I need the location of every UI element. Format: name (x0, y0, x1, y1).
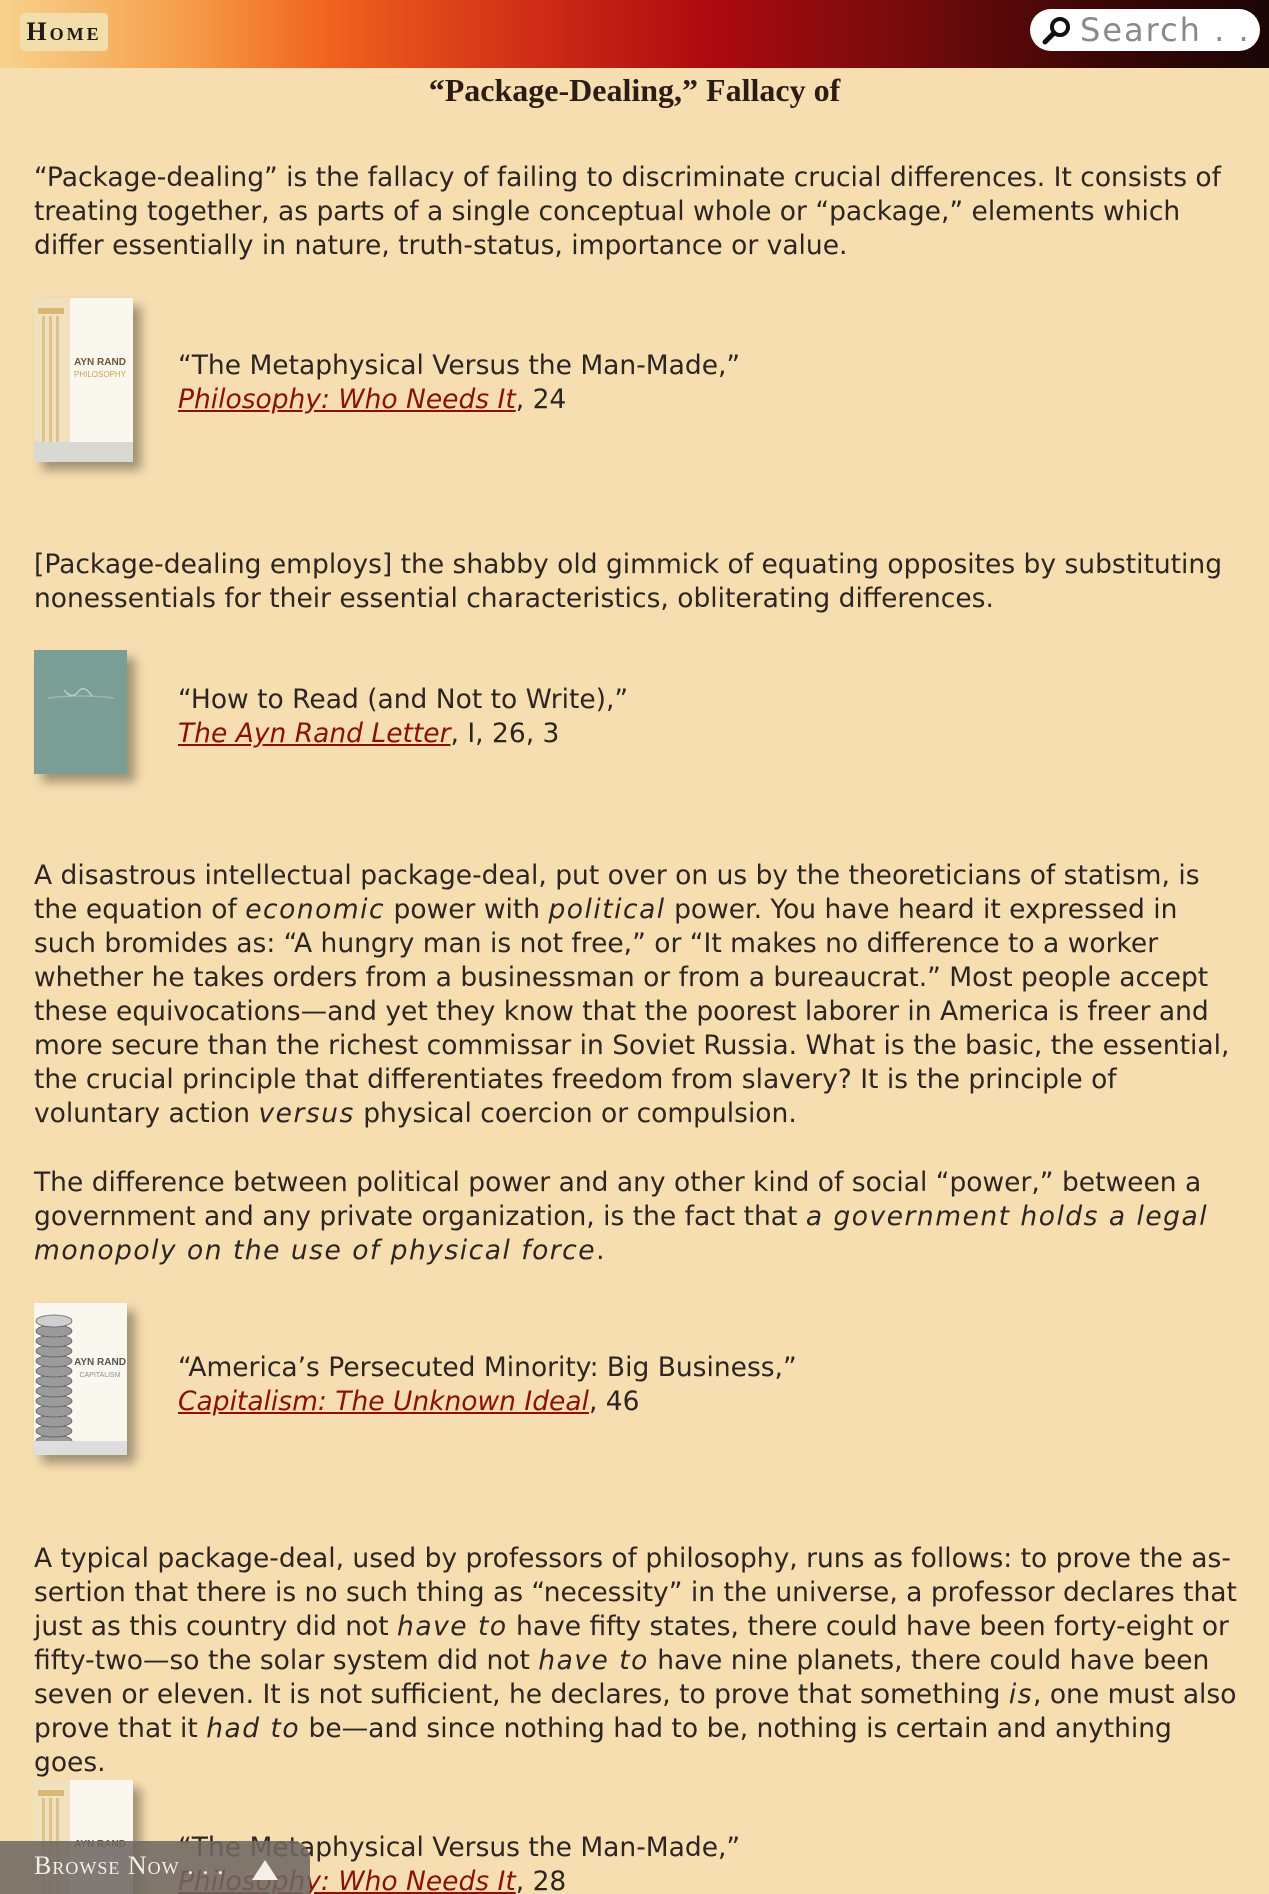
essay-title: “How to Read (and Not to Write),” (178, 684, 629, 715)
cover-author-text: AYN RAND (74, 1357, 126, 1368)
search-box[interactable] (1030, 9, 1260, 51)
page-ref: , 28 (515, 1866, 567, 1894)
cover-subtitle-text: CAPITALISM (79, 1372, 120, 1379)
top-bar: Home (0, 0, 1269, 68)
cover-subtitle-text: PHILOSOPHY (74, 370, 127, 379)
quote-emphasis: is (1008, 1679, 1033, 1710)
book-link[interactable]: Philosophy: Who Needs It (178, 384, 516, 415)
book-link[interactable]: Capitalism: The Unknown Ideal (178, 1386, 589, 1417)
triangle-up-icon (252, 1860, 278, 1880)
book-cover-capitalism[interactable]: AYN RAND CAPITALISM (34, 1303, 127, 1455)
page-ref: , 24 (515, 384, 567, 415)
essay-title: “America’s Persecuted Minority: Big Busi… (178, 1352, 797, 1383)
book-cover-letter[interactable] (34, 650, 127, 774)
home-button[interactable]: Home (20, 13, 108, 51)
quote-span: “Package-dealing” is the fallacy of fail… (34, 162, 1221, 261)
essay-title: “The Metaphysical Versus the Man-Made,” (178, 350, 741, 381)
cover-author-text: AYN RAND (74, 357, 126, 368)
citation-text: “America’s Persecuted Minority: Big Busi… (178, 1351, 797, 1419)
quote-text: The difference between political power a… (34, 1166, 1239, 1268)
quote-emphasis: had to (206, 1713, 301, 1744)
citation-text: “How to Read (and Not to Write),” The Ay… (178, 683, 628, 751)
page-ref: , I, 26, 3 (450, 718, 560, 749)
browse-now-button[interactable]: Browse Now . . . (0, 1841, 310, 1894)
book-link[interactable]: The Ayn Rand Letter (178, 718, 450, 749)
quote-emphasis: political (548, 894, 666, 925)
book-cover-philosophy[interactable]: AYN RAND PHILOSOPHY (34, 298, 133, 462)
quote-span: physical coercion or compulsion. (354, 1098, 797, 1129)
quote-text: “Package-dealing” is the fallacy of fail… (34, 161, 1239, 263)
quote-emphasis: versus (258, 1098, 355, 1129)
quote-emphasis: have to (538, 1645, 649, 1676)
quote-span: power with (385, 894, 549, 925)
citation: “How to Read (and Not to Write),” The Ay… (34, 650, 1234, 775)
citation: AYN RAND PHILOSOPHY “The Metaphysical Ve… (34, 298, 1234, 463)
citation-text: “The Metaphysical Versus the Man-Made,” … (178, 349, 740, 417)
page-ref: , 46 (588, 1386, 640, 1417)
search-input[interactable] (1080, 11, 1260, 49)
quote-emphasis: economic (245, 894, 386, 925)
quote-span: . (596, 1235, 605, 1266)
quote-span: power. You have heard it expressed in su… (34, 894, 1230, 1129)
citation: AYN RAND CAPITALISM “America’s Persecute… (34, 1303, 1234, 1458)
page-title: “Package-Dealing,” Fallacy of (428, 72, 841, 108)
quote-text: [Package-dealing employs] the shabby old… (34, 548, 1239, 616)
quote-span: [Package-dealing employs] the shabby old… (34, 549, 1223, 614)
quote-text: A typical package-deal, used by professo… (34, 1542, 1239, 1780)
browse-now-label: Browse Now . . . (34, 1851, 225, 1880)
quote-emphasis: have to (397, 1611, 508, 1642)
search-icon (1042, 17, 1070, 45)
quote-text: A disastrous intellectual package-deal, … (34, 859, 1239, 1131)
